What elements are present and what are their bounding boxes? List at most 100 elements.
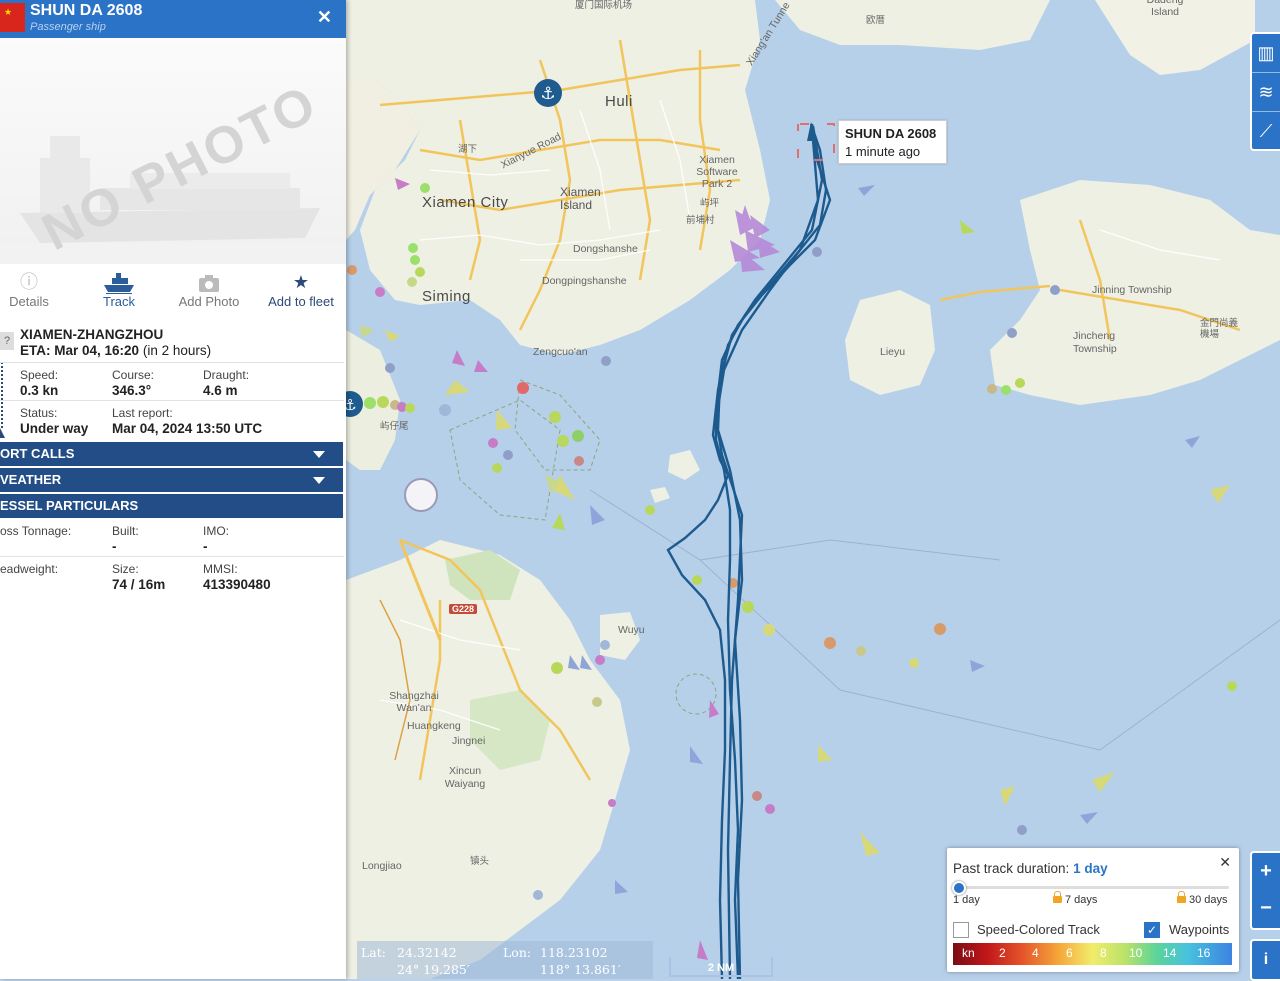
- land-lieyu: [845, 290, 935, 395]
- place-label: Shangzhai Wan'an: [389, 690, 439, 714]
- land-north-top: [775, 0, 1050, 50]
- speed-colored-checkbox[interactable]: [953, 922, 969, 938]
- draught-cell: Draught: 4.6 m: [203, 368, 249, 398]
- legend-value: 10: [1129, 946, 1143, 960]
- waypoints-checkbox[interactable]: ✓: [1144, 922, 1160, 938]
- flag-icon: ★: [0, 3, 25, 32]
- close-button[interactable]: ✕: [317, 8, 332, 26]
- section-port-calls[interactable]: ORT CALLS: [0, 442, 343, 466]
- close-icon[interactable]: ✕: [1219, 854, 1231, 871]
- mmsi-cell: MMSI: 413390480: [203, 562, 271, 592]
- duration-option-1-day[interactable]: 1 day: [953, 894, 980, 906]
- place-label: Dongshanshe: [573, 243, 638, 255]
- imo-value: -: [203, 539, 208, 554]
- course-cell: Course: 346.3°: [112, 368, 154, 398]
- zoom-in-button[interactable]: +: [1252, 853, 1280, 890]
- place-label: 前埔村: [686, 215, 715, 226]
- lat-dms: 24° 19.285′: [397, 962, 470, 977]
- section-vessel-particulars[interactable]: ESSEL PARTICULARS: [0, 494, 343, 518]
- size-label: Size:: [112, 562, 139, 576]
- land-south: [346, 540, 630, 979]
- particulars-row-2: eadweight: Size: 74 / 16m MMSI: 41339048…: [0, 556, 344, 597]
- speed-cell: Speed: 0.3 kn: [20, 368, 58, 398]
- particulars-row-1: oss Tonnage: Built: - IMO: -: [0, 518, 344, 556]
- place-label: 金門尚義機場: [1200, 318, 1239, 340]
- anchor-icon[interactable]: ⚓: [534, 79, 562, 107]
- map-layer-controls: ▥ ≋ ⟋: [1250, 32, 1280, 151]
- built-value: -: [112, 539, 117, 554]
- tab-label: Add to fleet: [268, 294, 334, 309]
- tab-label: Track: [102, 294, 136, 309]
- speed-value: 0.3 kn: [20, 383, 59, 398]
- zoom-out-button[interactable]: −: [1252, 890, 1280, 927]
- info-row-status: Status: Under way Last report: Mar 04, 2…: [0, 400, 344, 443]
- place-label: 屿仔尾: [380, 421, 409, 432]
- lat-value: 24.32142: [397, 945, 457, 960]
- place-label: 湖下: [458, 144, 478, 155]
- course-value: 346.3°: [112, 383, 152, 398]
- place-label: 欧厝: [866, 15, 886, 26]
- place-label: Huangkeng: [407, 720, 461, 732]
- last-report-value: Mar 04, 2024 13:50 UTC: [112, 421, 263, 436]
- status-value: Under way: [20, 421, 89, 436]
- svg-text:★: ★: [4, 8, 12, 18]
- status-label: Status:: [20, 406, 58, 420]
- map-layers-icon[interactable]: ▥: [1252, 34, 1280, 73]
- vessel-photo-placeholder: NO PHOTO: [0, 38, 346, 264]
- place-label: Lieyu: [880, 346, 906, 358]
- legend-value: 16: [1197, 946, 1211, 960]
- place-label: Siming: [422, 288, 471, 305]
- legend-value: 8: [1100, 946, 1107, 960]
- tab-label: Details: [9, 294, 49, 309]
- track-duration-slider[interactable]: [957, 886, 1229, 889]
- lock-icon: [1053, 891, 1062, 903]
- eta-value: ETA: Mar 04, 16:20: [20, 343, 140, 358]
- camera-icon: [166, 270, 252, 294]
- tab-track[interactable]: Track: [76, 270, 162, 318]
- place-label: Longjiao: [362, 860, 402, 872]
- place-label: Xiamen City: [422, 194, 509, 211]
- vessel-name: SHUN DA 2608: [30, 2, 143, 19]
- slider-handle[interactable]: [952, 881, 966, 895]
- weather-layer-icon[interactable]: ≋: [1252, 73, 1280, 112]
- vessel-map-label-time: 1 minute ago: [845, 144, 921, 159]
- section-label: ESSEL PARTICULARS: [0, 498, 139, 513]
- measure-tool-icon[interactable]: ⟋: [1252, 112, 1280, 151]
- mmsi-label: MMSI:: [203, 562, 238, 576]
- section-label: ORT CALLS: [0, 446, 75, 461]
- cursor-coordinates: Lat: 24.32142 24° 19.285′ Lon: 118.23102…: [357, 941, 653, 979]
- land-wuyu: [600, 612, 640, 660]
- course-label: Course:: [112, 368, 155, 382]
- duration-option-30-days[interactable]: 30 days: [1177, 891, 1228, 906]
- tab-add-photo[interactable]: Add Photo: [166, 270, 252, 318]
- deadweight-cell: eadweight:: [0, 562, 58, 576]
- tab-add-to-fleet[interactable]: ★ Add to fleet: [256, 270, 346, 318]
- past-track-panel: Past track duration: 1 day ✕ 1 day 7 day…: [947, 848, 1239, 972]
- vessel-type: Passenger ship: [30, 21, 106, 33]
- tab-label: Add Photo: [178, 294, 240, 309]
- speed-colored-label: Speed-Colored Track: [977, 922, 1100, 937]
- duration-option-7-days[interactable]: 7 days: [1053, 891, 1097, 906]
- legend-value: 14: [1163, 946, 1177, 960]
- map-info-button[interactable]: i: [1250, 939, 1280, 981]
- size-value: 74 / 16m: [112, 577, 166, 592]
- lat-label: Lat:: [361, 945, 386, 960]
- gross-tonnage-cell: oss Tonnage:: [0, 524, 71, 538]
- place-label: 镇头: [470, 856, 490, 867]
- section-weather[interactable]: VEATHER: [0, 468, 343, 492]
- road-shield: G228: [449, 604, 478, 614]
- vessel-map-label[interactable]: SHUN DA 2608 1 minute ago: [838, 120, 947, 164]
- tab-details[interactable]: ⓘ Details: [0, 270, 72, 318]
- route-destination: XIAMEN-ZHANGZHOU: [20, 327, 164, 342]
- svg-text:⚓: ⚓: [540, 84, 555, 104]
- place-label: 屿坪: [700, 198, 720, 209]
- eta-note: (in 2 hours): [142, 343, 212, 358]
- unknown-port-icon: ?: [0, 332, 14, 350]
- place-label: Dadeng Island: [1146, 0, 1184, 18]
- duration-option-label: 30 days: [1189, 894, 1228, 906]
- last-report-label: Last report:: [112, 406, 173, 420]
- past-track-value: 1 day: [1073, 861, 1108, 876]
- speed-legend-bar: kn 2 4 6 8 10 14 16: [953, 943, 1232, 965]
- status-cell: Status: Under way: [20, 406, 88, 436]
- route-eta: ETA: Mar 04, 16:20 (in 2 hours): [20, 343, 211, 358]
